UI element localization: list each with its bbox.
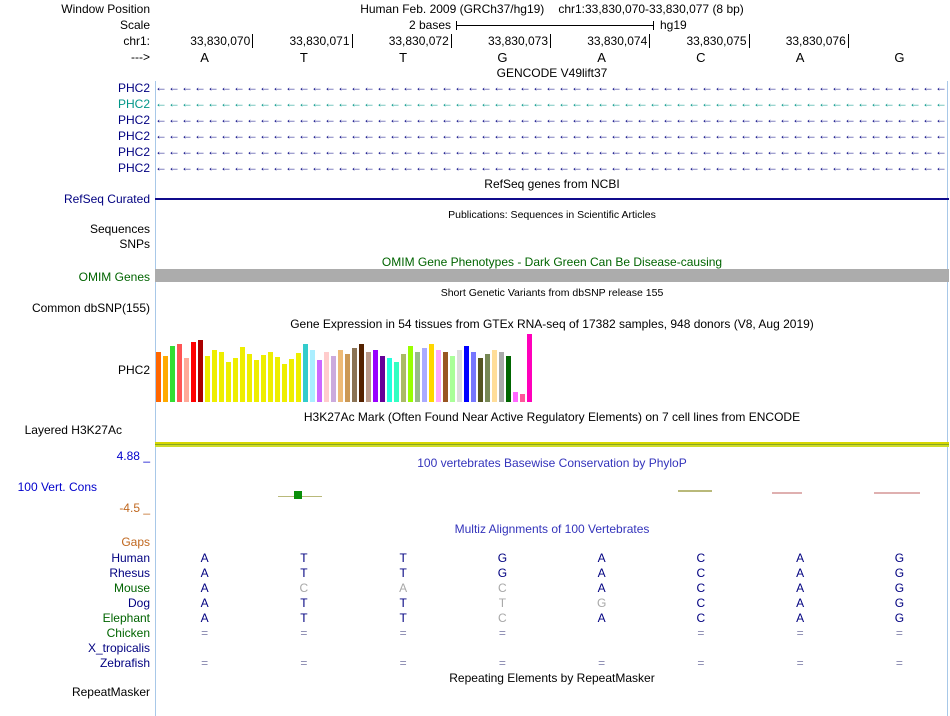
alignment-base: A	[796, 611, 805, 625]
conservation-mark	[874, 492, 920, 494]
alignment-base: A	[200, 581, 209, 595]
alignment-base: G	[596, 596, 607, 610]
alignment-base: G	[497, 566, 508, 580]
gene-label-phc2[interactable]: PHC2	[118, 129, 150, 143]
sequence-base: A	[597, 50, 606, 65]
species-label-mouse[interactable]: Mouse	[114, 581, 150, 595]
species-label-dog[interactable]: Dog	[128, 596, 150, 610]
conservation-mark	[772, 492, 802, 494]
alignment-base: =	[201, 626, 209, 640]
alignment-base: G	[894, 581, 905, 595]
alignment-base: A	[200, 611, 209, 625]
alignment-base: T	[399, 611, 407, 625]
alignment-base: A	[597, 566, 606, 580]
alignment-base: C	[696, 551, 706, 565]
sequence-base: A	[200, 50, 209, 65]
alignment-base: A	[597, 551, 606, 565]
alignment-base: T	[399, 551, 407, 565]
conservation-mark	[678, 490, 712, 492]
sequence-base: T	[399, 50, 408, 65]
ruler-coordinate: 33,830,074	[554, 34, 651, 48]
alignment-base: =	[201, 656, 209, 670]
alignment-base: T	[300, 611, 308, 625]
alignment-base: C	[498, 581, 507, 595]
species-label-zebrafish[interactable]: Zebrafish	[100, 656, 150, 670]
sequence-base: C	[696, 50, 706, 65]
alignment-base: T	[300, 596, 308, 610]
species-label-x_tropicalis[interactable]: X_tropicalis	[88, 641, 150, 655]
ruler-coordinate: 33,830,071	[256, 34, 353, 48]
alignment-base: G	[894, 596, 905, 610]
alignment-base: T	[300, 551, 308, 565]
alignment-base: T	[300, 566, 308, 580]
gene-label-phc2[interactable]: PHC2	[118, 113, 150, 127]
alignment-base: T	[498, 596, 507, 610]
alignment-base: G	[894, 611, 905, 625]
alignment-base: A	[200, 566, 209, 580]
ruler-coordinate: 33,830,075	[653, 34, 750, 48]
gene-arrow-row[interactable]: ←←←←←←←←←←←←←←←←←←←←←←←←←←←←←←←←←←←←←←←←…	[155, 161, 949, 174]
alignment-base: =	[300, 626, 308, 640]
alignment-base: =	[300, 656, 308, 670]
genome-browser-view: Window Position Scale chr1: ---> Human F…	[0, 0, 950, 716]
alignment-base: =	[796, 626, 804, 640]
alignment-base: A	[597, 611, 606, 625]
alignment-base: T	[399, 566, 407, 580]
ruler-coordinate: 33,830,073	[455, 34, 551, 48]
gene-arrow-row[interactable]: ←←←←←←←←←←←←←←←←←←←←←←←←←←←←←←←←←←←←←←←←…	[155, 113, 949, 126]
alignment-base: =	[697, 656, 705, 670]
gene-arrow-row[interactable]: ←←←←←←←←←←←←←←←←←←←←←←←←←←←←←←←←←←←←←←←←…	[155, 81, 949, 94]
sequence-base: T	[299, 50, 308, 65]
alignment-base: =	[399, 656, 407, 670]
alignment-base: C	[696, 611, 706, 625]
alignment-base: A	[200, 551, 209, 565]
gene-arrow-row[interactable]: ←←←←←←←←←←←←←←←←←←←←←←←←←←←←←←←←←←←←←←←←…	[155, 97, 949, 110]
conservation-mark	[294, 491, 302, 499]
ruler-coordinate: 33,830,076	[753, 34, 849, 48]
alignment-base: A	[796, 581, 805, 595]
gene-arrow-row[interactable]: ←←←←←←←←←←←←←←←←←←←←←←←←←←←←←←←←←←←←←←←←…	[155, 145, 949, 158]
species-label-rhesus[interactable]: Rhesus	[109, 566, 150, 580]
alignment-base: A	[796, 551, 805, 565]
species-label-chicken[interactable]: Chicken	[107, 626, 150, 640]
gene-arrow-row[interactable]: ←←←←←←←←←←←←←←←←←←←←←←←←←←←←←←←←←←←←←←←←…	[155, 129, 949, 142]
alignment-base: A	[796, 566, 805, 580]
sequence-base: A	[795, 50, 805, 65]
alignment-base: C	[299, 581, 309, 595]
alignment-base: A	[399, 581, 408, 595]
alignment-base: C	[696, 596, 706, 610]
alignment-base: C	[696, 566, 706, 580]
alignment-base: A	[200, 596, 209, 610]
alignment-base: =	[399, 626, 407, 640]
gene-label-phc2[interactable]: PHC2	[118, 145, 150, 159]
alignment-base: =	[498, 656, 506, 670]
alignment-base: C	[498, 611, 507, 625]
alignment-base: =	[598, 656, 606, 670]
alignment-base: =	[697, 626, 705, 640]
alignment-base: G	[894, 551, 905, 565]
ruler-coordinate: 33,830,070	[157, 34, 254, 48]
alignment-base: G	[894, 566, 905, 580]
ruler-coordinate: 33,830,072	[356, 34, 452, 48]
sequence-base: G	[894, 50, 905, 65]
gene-label-phc2[interactable]: PHC2	[118, 97, 150, 111]
species-label-elephant[interactable]: Elephant	[103, 611, 150, 625]
alignment-base: =	[895, 626, 903, 640]
gene-label-phc2[interactable]: PHC2	[118, 81, 150, 95]
alignment-base: A	[796, 596, 805, 610]
alignment-base: =	[498, 626, 506, 640]
sequence-base: G	[497, 50, 508, 65]
alignment-base: C	[696, 581, 706, 595]
species-label-human[interactable]: Human	[111, 551, 150, 565]
alignment-base: G	[497, 551, 508, 565]
alignment-base: =	[895, 656, 903, 670]
alignment-base: A	[597, 581, 606, 595]
alignment-base: T	[399, 596, 407, 610]
gene-label-phc2[interactable]: PHC2	[118, 161, 150, 175]
alignment-base: =	[796, 656, 804, 670]
